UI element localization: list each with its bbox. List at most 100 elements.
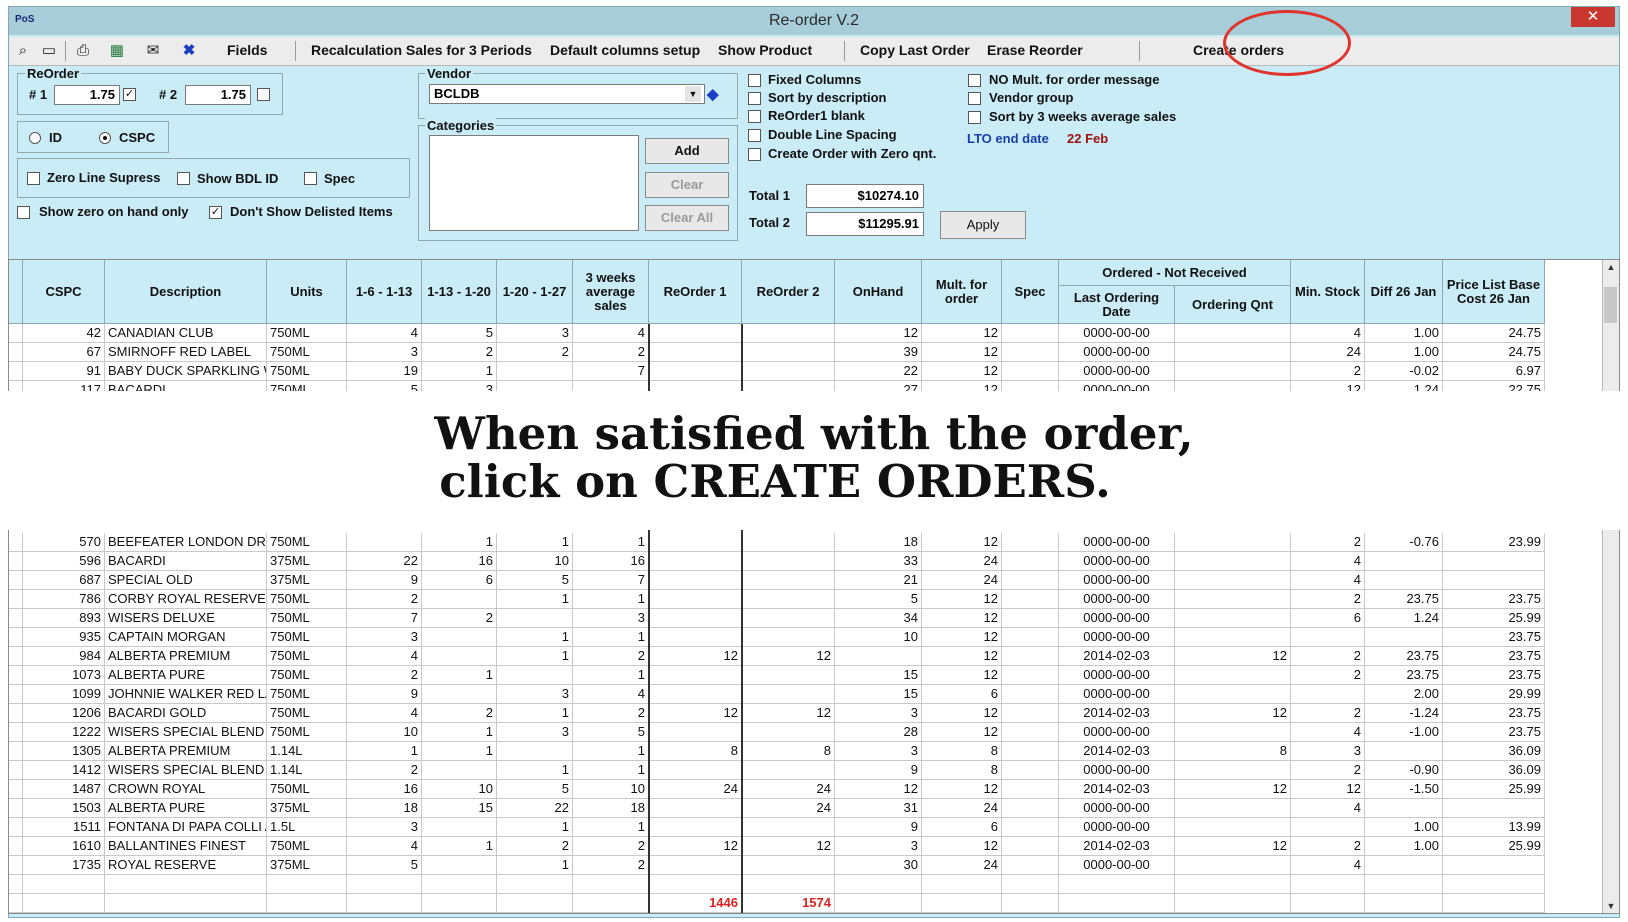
cell-reorder2[interactable]: 12 (742, 837, 835, 856)
cell-reorder2[interactable] (742, 628, 835, 647)
row-selector[interactable] (9, 894, 23, 913)
row-selector[interactable] (9, 723, 23, 742)
cell-reorder2[interactable] (742, 571, 835, 590)
col-header-p2[interactable]: 1-13 - 1-20 (422, 260, 497, 324)
cell-reorder1[interactable] (649, 628, 742, 647)
table-row[interactable]: 984 ALBERTA PREMIUM 750ML 4 1 2 12 12 12 2014-02-… (9, 647, 1605, 666)
col-header-p1[interactable]: 1-6 - 1-13 (347, 260, 422, 324)
scroll-up-icon[interactable]: ▲ (1603, 262, 1619, 272)
table-row[interactable]: 1511 FONTANA DI PAPA COLLI A 1.5L 3 1 1 9 6 0000… (9, 818, 1605, 837)
table-row[interactable]: 1735 ROYAL RESERVE 375ML 5 1 2 30 24 0000-00-00 4 (9, 856, 1605, 875)
cell-reorder1[interactable] (649, 571, 742, 590)
table-row[interactable]: 935 CAPTAIN MORGAN 750ML 3 1 1 10 12 0000-00-00 2… (9, 628, 1605, 647)
col-header-mult[interactable]: Mult. for order (922, 260, 1002, 324)
col-header-description[interactable]: Description (105, 260, 267, 324)
cell-reorder2[interactable] (742, 723, 835, 742)
sort-description-checkbox[interactable] (748, 92, 761, 105)
table-row[interactable]: 1222 WISERS SPECIAL BLEND 750ML 10 1 3 5 28 12 00… (9, 723, 1605, 742)
cell-reorder1[interactable] (649, 761, 742, 780)
print-icon[interactable]: ⎙ (73, 41, 93, 61)
cell-reorder1[interactable] (649, 362, 742, 381)
reorder2-input[interactable]: 1.75 (185, 85, 251, 105)
cell-reorder2[interactable] (742, 875, 835, 894)
scroll-thumb[interactable] (1604, 287, 1617, 323)
cell-reorder2[interactable] (742, 761, 835, 780)
table-row[interactable]: 570 BEEFEATER LONDON DRY 750ML 1 1 1 18 12 0000-… (9, 533, 1605, 552)
cell-reorder1[interactable] (649, 552, 742, 571)
dont-show-delisted-checkbox[interactable]: ✓ (209, 206, 222, 219)
row-selector[interactable] (9, 343, 23, 362)
cell-reorder1[interactable] (649, 875, 742, 894)
zero-on-hand-checkbox[interactable] (17, 206, 30, 219)
erase-reorder-button[interactable]: Erase Reorder (987, 42, 1083, 58)
no-mult-checkbox[interactable] (968, 74, 981, 87)
reorder1-input[interactable]: 1.75 (54, 85, 120, 105)
cell-reorder1[interactable] (649, 666, 742, 685)
row-selector[interactable] (9, 324, 23, 343)
row-selector[interactable] (9, 647, 23, 666)
cell-reorder1[interactable] (649, 609, 742, 628)
cell-reorder1[interactable]: 8 (649, 742, 742, 761)
row-selector[interactable] (9, 609, 23, 628)
row-selector[interactable] (9, 761, 23, 780)
table-row[interactable]: 1503 ALBERTA PURE 375ML 18 15 22 18 24 31 24 0000-… (9, 799, 1605, 818)
chevron-down-icon[interactable]: ▼ (685, 86, 701, 102)
cell-reorder2[interactable] (742, 552, 835, 571)
fixed-columns-checkbox[interactable] (748, 74, 761, 87)
cell-reorder1[interactable] (649, 799, 742, 818)
col-header-cspc[interactable]: CSPC (23, 260, 105, 324)
row-selector[interactable] (9, 837, 23, 856)
double-line-checkbox[interactable] (748, 129, 761, 142)
delete-icon[interactable]: ✖ (179, 41, 199, 61)
cspc-radio[interactable] (99, 132, 111, 144)
table-row[interactable]: 1412 WISERS SPECIAL BLEND 1.14L 2 1 1 9 8 0000-0… (9, 761, 1605, 780)
table-row[interactable]: 1305 ALBERTA PREMIUM 1.14L 1 1 1 8 8 3 8 2014-02-0… (9, 742, 1605, 761)
window-icon[interactable]: ▭ (39, 41, 59, 61)
add-category-button[interactable]: Add (645, 138, 729, 164)
default-columns-button[interactable]: Default columns setup (550, 42, 700, 58)
cell-reorder1[interactable] (649, 533, 742, 552)
apply-button[interactable]: Apply (940, 211, 1026, 239)
table-row[interactable]: 687 SPECIAL OLD 375ML 9 6 5 7 21 24 0000-00-00 4 (9, 571, 1605, 590)
col-header-reorder1[interactable]: ReOrder 1 (649, 260, 742, 324)
preview-icon[interactable]: ⌕ (13, 41, 33, 61)
cell-reorder2[interactable] (742, 343, 835, 362)
row-selector[interactable] (9, 533, 23, 552)
show-bdl-checkbox[interactable] (177, 172, 190, 185)
vendor-group-checkbox[interactable] (968, 92, 981, 105)
table-row[interactable]: 1073 ALBERTA PURE 750ML 2 1 1 15 12 0000-00-00 2 2… (9, 666, 1605, 685)
col-header-p3[interactable]: 1-20 - 1-27 (497, 260, 573, 324)
col-header-reorder2[interactable]: ReOrder 2 (742, 260, 835, 324)
cell-reorder1[interactable]: 12 (649, 837, 742, 856)
cell-reorder2[interactable] (742, 666, 835, 685)
row-selector[interactable] (9, 666, 23, 685)
table-row[interactable]: 1206 BACARDI GOLD 750ML 4 2 1 2 12 12 3 12 2014-02-… (9, 704, 1605, 723)
vendor-select[interactable]: BCLDB (429, 84, 705, 104)
table-row[interactable] (9, 875, 1605, 894)
id-radio[interactable] (29, 132, 41, 144)
col-header-units[interactable]: Units (267, 260, 347, 324)
table-row[interactable]: 42 CANADIAN CLUB 750ML 4 5 3 4 12 12 0000-00-00 4 1… (9, 324, 1605, 343)
cell-reorder1[interactable] (649, 856, 742, 875)
row-selector[interactable] (9, 685, 23, 704)
cell-reorder2[interactable] (742, 856, 835, 875)
row-selector[interactable] (9, 704, 23, 723)
cell-reorder1[interactable]: 24 (649, 780, 742, 799)
cell-reorder2[interactable] (742, 590, 835, 609)
col-header-min[interactable]: Min. Stock (1291, 260, 1365, 324)
table-row[interactable]: 596 BACARDI 375ML 22 16 10 16 33 24 0000-00-00 4 (9, 552, 1605, 571)
cell-reorder2[interactable] (742, 362, 835, 381)
reorder1-total[interactable]: 1446 (649, 894, 742, 913)
row-selector[interactable] (9, 362, 23, 381)
copy-last-order-button[interactable]: Copy Last Order (860, 42, 970, 58)
reorder-grid[interactable]: CSPC Description Units 1-6 - 1-13 1-13 - 1-2… (8, 259, 1620, 914)
row-selector[interactable] (9, 780, 23, 799)
scroll-down-icon[interactable]: ▼ (1603, 901, 1619, 911)
table-row[interactable]: 1487 CROWN ROYAL 750ML 16 10 5 10 24 24 12 12 2014-… (9, 780, 1605, 799)
show-product-button[interactable]: Show Product (718, 42, 812, 58)
cell-reorder1[interactable] (649, 685, 742, 704)
row-selector[interactable] (9, 875, 23, 894)
cell-reorder2[interactable]: 12 (742, 647, 835, 666)
row-selector[interactable] (9, 552, 23, 571)
table-row[interactable]: 67 SMIRNOFF RED LABEL 750ML 3 2 2 2 39 12 0000-00… (9, 343, 1605, 362)
